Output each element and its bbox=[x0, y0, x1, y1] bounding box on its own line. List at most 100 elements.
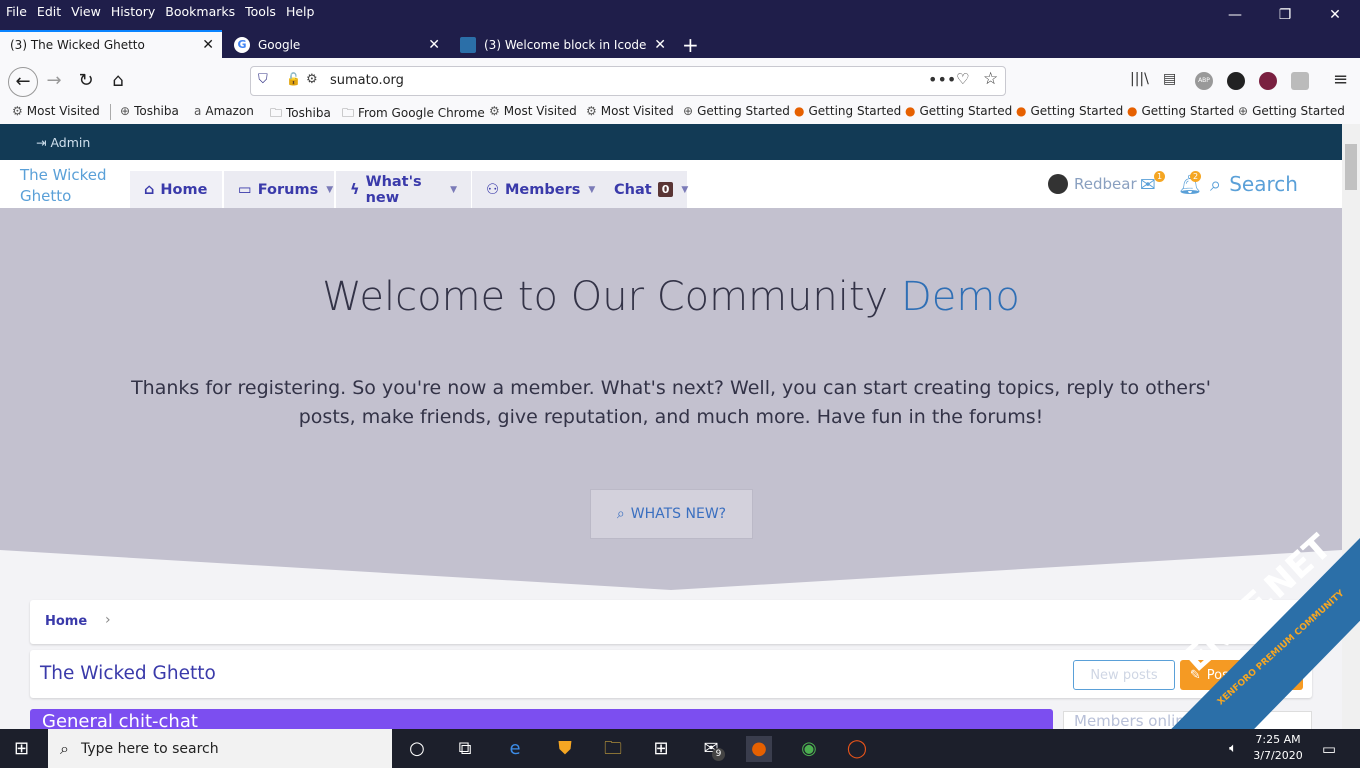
cortana-icon[interactable]: ○ bbox=[404, 736, 430, 762]
site-logo-title[interactable]: The Wicked Ghetto bbox=[20, 165, 110, 207]
permissions-icon[interactable]: ⚙ bbox=[306, 72, 318, 87]
sidebar-icon[interactable]: ▤ bbox=[1163, 71, 1176, 87]
home-icon[interactable]: ⌂ bbox=[106, 70, 130, 91]
bookmark-item[interactable]: ● Getting Started bbox=[905, 104, 1012, 118]
reload-icon[interactable]: ↻ bbox=[74, 70, 98, 91]
globe-icon: ⊕ bbox=[1238, 104, 1249, 118]
nav-whats-new[interactable]: ϟ What's new ▼ bbox=[336, 171, 471, 208]
inbox-icon[interactable]: ✉ 1 bbox=[1140, 171, 1165, 196]
menu-file[interactable]: File bbox=[6, 4, 27, 19]
windows-start-icon[interactable]: ⊞ bbox=[14, 738, 29, 759]
system-clock[interactable]: 7:25 AM 3/7/2020 bbox=[1248, 732, 1308, 764]
hamburger-menu-icon[interactable]: ≡ bbox=[1333, 69, 1348, 90]
search-icon: ⌕ bbox=[60, 738, 69, 758]
bookmark-folder[interactable]: 🗀 From Google Chrome bbox=[342, 104, 485, 125]
bookmark-item[interactable]: ⚙ Most Visited bbox=[12, 104, 100, 118]
whats-new-button[interactable]: ⌕ WHATS NEW? bbox=[590, 489, 753, 539]
edge-icon[interactable]: e bbox=[502, 736, 528, 762]
bookmark-item[interactable]: ⊕ Toshiba bbox=[120, 104, 179, 118]
new-posts-button[interactable]: New posts bbox=[1073, 660, 1175, 690]
user-menu[interactable]: Redbear bbox=[1048, 174, 1137, 194]
bookmark-item[interactable]: ⊕ Getting Started bbox=[1238, 104, 1345, 118]
gear-icon: ⚙ bbox=[12, 104, 23, 118]
chrome-icon[interactable]: ◉ bbox=[796, 736, 822, 762]
nav-chat[interactable]: Chat 0 ▼ bbox=[600, 171, 688, 208]
pocket-icon[interactable]: ♡ bbox=[956, 70, 969, 88]
home-icon: ⌂ bbox=[144, 181, 155, 198]
insecure-lock-icon[interactable]: 🔓 bbox=[286, 72, 301, 86]
close-tab-icon[interactable]: ✕ bbox=[654, 37, 666, 53]
bookmark-item[interactable]: ● Getting Started bbox=[1016, 104, 1123, 118]
tab-google[interactable]: G Google ✕ bbox=[224, 32, 448, 58]
admin-link[interactable]: ⇥ Admin bbox=[36, 135, 90, 150]
scrollbar-thumb[interactable] bbox=[1345, 144, 1357, 190]
folder-icon: 🗀 bbox=[270, 106, 283, 120]
bookmark-folder[interactable]: 🗀 Toshiba bbox=[270, 104, 331, 125]
menu-tools[interactable]: Tools bbox=[245, 4, 276, 19]
avatar bbox=[1048, 174, 1068, 194]
nav-home[interactable]: ⌂ Home bbox=[130, 171, 222, 208]
page-actions-icon[interactable]: ••• bbox=[928, 70, 956, 89]
file-explorer-icon[interactable]: 🗀 bbox=[600, 736, 626, 762]
chevron-down-icon[interactable]: ▼ bbox=[450, 185, 457, 195]
taskbar-search[interactable]: ⌕ Type here to search bbox=[48, 729, 392, 768]
sign-in-icon: ⇥ bbox=[36, 135, 51, 150]
menu-edit[interactable]: Edit bbox=[37, 4, 61, 19]
chevron-down-icon[interactable]: ▼ bbox=[588, 185, 595, 195]
opera-icon[interactable]: ◯ bbox=[844, 736, 870, 762]
chevron-down-icon[interactable]: ▼ bbox=[326, 185, 333, 195]
new-tab-button[interactable]: + bbox=[682, 33, 699, 57]
folder-icon: 🗀 bbox=[342, 106, 355, 120]
chevron-down-icon[interactable]: ▼ bbox=[681, 185, 688, 195]
bookmark-item[interactable]: ⚙ Most Visited bbox=[586, 104, 674, 118]
extension-icon[interactable] bbox=[1227, 72, 1245, 90]
bookmark-item[interactable]: ● Getting Started bbox=[794, 104, 901, 118]
adblock-icon[interactable]: ABP bbox=[1195, 72, 1213, 90]
search-button[interactable]: ⌕ Search bbox=[1210, 172, 1298, 196]
task-view-icon[interactable]: ⧉ bbox=[452, 736, 478, 762]
breadcrumb bbox=[30, 600, 1312, 644]
mail-icon[interactable]: ✉ 9 bbox=[698, 736, 725, 762]
tab-welcome-block[interactable]: (3) Welcome block in Icode styl ✕ bbox=[450, 32, 674, 58]
extension-icon[interactable] bbox=[1291, 72, 1309, 90]
page-title: The Wicked Ghetto bbox=[40, 663, 216, 684]
breadcrumb-home[interactable]: Home bbox=[45, 614, 87, 629]
bookmark-item[interactable]: a Amazon bbox=[194, 104, 254, 118]
admin-bar bbox=[0, 124, 1342, 160]
nav-members[interactable]: ⚇ Members ▼ bbox=[472, 171, 600, 208]
close-tab-icon[interactable]: ✕ bbox=[202, 37, 214, 53]
library-icon[interactable]: |||\ bbox=[1130, 71, 1149, 87]
browser-menubar: File Edit View History Bookmarks Tools H… bbox=[0, 0, 1360, 23]
store-icon[interactable]: ⊞ bbox=[648, 736, 674, 762]
notifications-icon[interactable]: ▭ bbox=[1316, 736, 1342, 762]
firefox-icon: ● bbox=[1127, 104, 1138, 118]
shield-icon[interactable]: ⛉ bbox=[258, 72, 268, 87]
menu-view[interactable]: View bbox=[71, 4, 101, 19]
firefox-icon: ● bbox=[794, 104, 805, 118]
inbox-badge: 1 bbox=[1154, 171, 1165, 182]
alerts-badge: 2 bbox=[1190, 171, 1201, 182]
menu-history[interactable]: History bbox=[111, 4, 155, 19]
bookmark-item[interactable]: ⚙ Most Visited bbox=[489, 104, 577, 118]
google-icon: G bbox=[234, 37, 250, 53]
forward-icon[interactable]: → bbox=[42, 70, 66, 91]
bookmark-star-icon[interactable]: ☆ bbox=[983, 69, 998, 89]
extension-icon[interactable] bbox=[1259, 72, 1277, 90]
bell-icon[interactable]: 🔔︎ 2 bbox=[1178, 171, 1202, 196]
bookmark-item[interactable]: ● Getting Started bbox=[1127, 104, 1234, 118]
nav-forums[interactable]: ▭ Forums ▼ bbox=[224, 171, 334, 208]
chat-count-badge: 0 bbox=[657, 182, 674, 197]
close-tab-icon[interactable]: ✕ bbox=[428, 37, 440, 53]
volume-icon[interactable]: 🔈︎ bbox=[1220, 736, 1246, 762]
menu-bookmarks[interactable]: Bookmarks bbox=[165, 4, 235, 19]
back-icon[interactable]: ← bbox=[8, 67, 38, 97]
firefox-icon[interactable]: ● bbox=[746, 736, 772, 762]
page-scrollbar[interactable] bbox=[1342, 124, 1360, 733]
bookmark-item[interactable]: ⊕ Getting Started bbox=[683, 104, 790, 118]
tab-wicked-ghetto[interactable]: (3) The Wicked Ghetto ✕ bbox=[0, 30, 222, 58]
hero-title: Welcome to Our Community Demo bbox=[322, 274, 1020, 320]
shield-app-icon[interactable]: ⛊ bbox=[552, 736, 578, 762]
menu-help[interactable]: Help bbox=[286, 4, 315, 19]
firefox-icon: ● bbox=[905, 104, 916, 118]
url-text[interactable]: sumato.org bbox=[330, 73, 404, 88]
